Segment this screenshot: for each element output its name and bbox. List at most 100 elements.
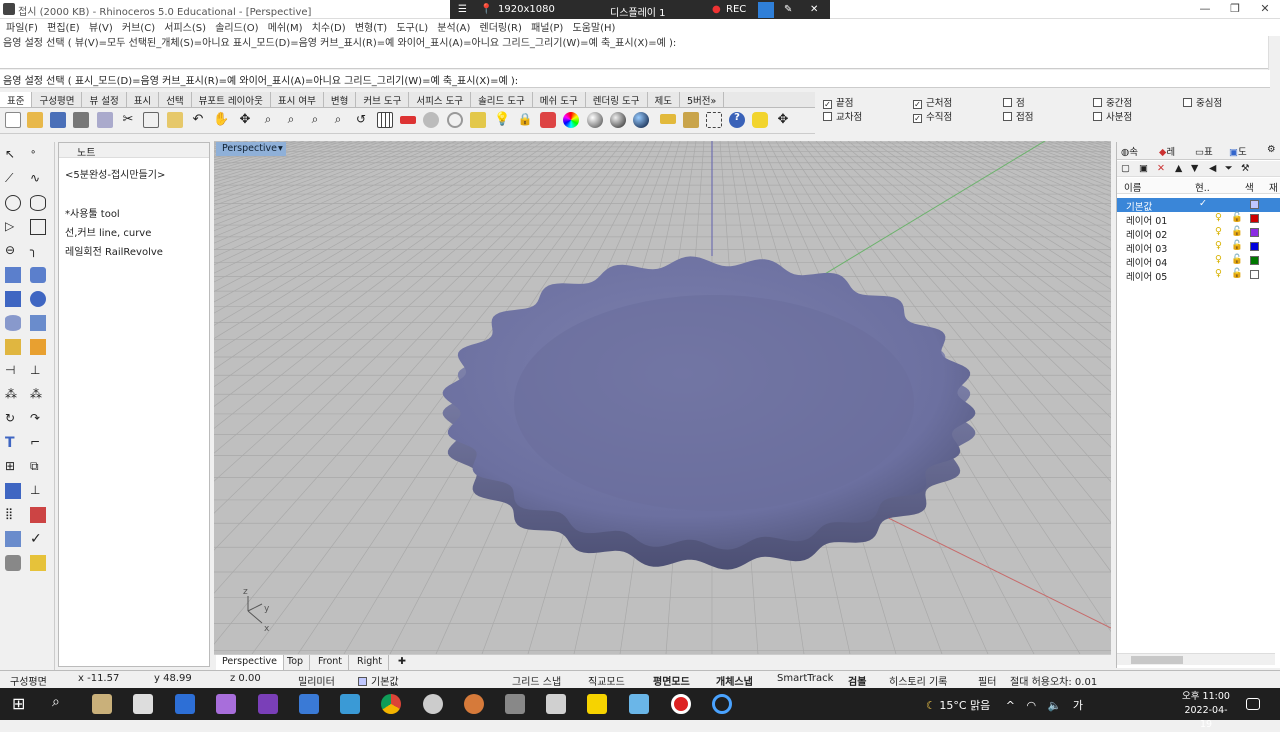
windows-start-icon[interactable]: ⊞	[12, 694, 32, 714]
weather-text[interactable]: 15°C 맑음	[939, 699, 990, 712]
properties-tab[interactable]: ◍속	[1121, 144, 1138, 158]
minimize-button[interactable]: —	[1190, 2, 1220, 17]
viewport-tab-front[interactable]: Front	[312, 655, 350, 670]
tab-mesh-tools[interactable]: 메쉬 도구	[533, 92, 586, 107]
zoom-icon[interactable]: ⌕	[260, 112, 276, 128]
shaded-sphere-icon[interactable]	[587, 112, 603, 128]
menu-analyze[interactable]: 분석(A)	[437, 23, 470, 34]
tray-chevron-icon[interactable]: ^	[1006, 699, 1015, 712]
explode-icon[interactable]	[30, 339, 46, 355]
tab-transform[interactable]: 변형	[324, 92, 357, 107]
new-layer-icon[interactable]: ▢	[1121, 163, 1130, 174]
layer-row[interactable]: 레이어 04 ♀ 🔓	[1117, 254, 1280, 269]
osnap-point[interactable]: 점	[1003, 95, 1025, 109]
undo-view-icon[interactable]: ↺	[353, 112, 369, 128]
osnap-quadrant[interactable]: 사분점	[1093, 109, 1132, 123]
tab-cplanes[interactable]: 구성평면	[32, 92, 83, 107]
tab-new-in-v5[interactable]: 5버전»	[680, 92, 725, 107]
notifications-icon[interactable]	[1246, 698, 1260, 710]
add-viewport-icon[interactable]: ✚	[392, 655, 412, 670]
move-arrows-icon[interactable]: ✥	[775, 112, 791, 128]
options-gears-icon[interactable]	[683, 112, 699, 128]
pin-icon[interactable]: 📍	[480, 4, 492, 15]
rectangle-icon[interactable]	[30, 219, 46, 235]
gumball-toggle[interactable]: 검볼	[848, 673, 866, 688]
open-file-icon[interactable]	[27, 112, 43, 128]
group-icon[interactable]: ⁂	[30, 387, 46, 403]
curve-icon[interactable]: ∿	[30, 171, 46, 187]
menu-edit[interactable]: 편집(E)	[47, 23, 80, 34]
column-current[interactable]: 현..	[1195, 180, 1210, 194]
transform-icon[interactable]	[5, 531, 21, 547]
circle-tool-icon[interactable]	[447, 112, 463, 128]
layer-color-swatch[interactable]	[1250, 256, 1259, 265]
tab-surface-tools[interactable]: 서피스 도구	[409, 92, 472, 107]
menu-icon[interactable]: ☰	[458, 4, 467, 15]
checkbox-empty-icon[interactable]	[1093, 112, 1102, 121]
paint-icon[interactable]	[30, 555, 46, 571]
kakaotalk-icon[interactable]	[587, 694, 607, 714]
tab-drafting[interactable]: 제도	[648, 92, 680, 107]
layer-color-swatch[interactable]	[1250, 200, 1259, 209]
tab-visibility[interactable]: 표시 여부	[271, 92, 324, 107]
zoom-extents-icon[interactable]: ⌕	[307, 112, 323, 128]
text-icon[interactable]: T	[5, 435, 21, 451]
paste-icon[interactable]	[167, 112, 183, 128]
app-icon[interactable]	[216, 694, 236, 714]
layer-icon[interactable]	[540, 112, 556, 128]
osnap-perpendicular[interactable]: ✓ 수직점	[913, 109, 952, 123]
layers-tab[interactable]: ◆레	[1159, 144, 1175, 158]
ellipse-icon[interactable]	[30, 195, 46, 211]
move-left-icon[interactable]: ◀	[1209, 163, 1216, 174]
move-down-icon[interactable]: ▼	[1191, 163, 1198, 174]
point-icon[interactable]: ∘	[30, 147, 46, 163]
rotate-icon[interactable]: ↻	[5, 411, 21, 427]
osnap-mid[interactable]: 중간점	[1093, 95, 1132, 109]
calculator-icon[interactable]	[299, 694, 319, 714]
rhino-taskbar-icon[interactable]	[546, 694, 566, 714]
layer-row[interactable]: 기본값 ✓	[1117, 198, 1280, 213]
ruler-icon[interactable]: ⊥	[30, 483, 46, 499]
split-icon[interactable]: ⊥	[30, 363, 46, 379]
wifi-icon[interactable]: ◠	[1027, 699, 1037, 712]
tab-display[interactable]: 표시	[127, 92, 160, 107]
maximize-button[interactable]: ❐	[1220, 2, 1250, 17]
layer-row[interactable]: 레이어 02 ♀ 🔓	[1117, 226, 1280, 241]
grid-dots-icon[interactable]: ⣿	[5, 507, 21, 523]
app-icon[interactable]	[712, 694, 732, 714]
close-button[interactable]: ✕	[1250, 2, 1280, 17]
snap-icon[interactable]	[706, 112, 722, 128]
checkbox-empty-icon[interactable]	[823, 112, 832, 121]
app-icon[interactable]	[133, 694, 153, 714]
help-icon[interactable]: ?	[729, 112, 745, 128]
viewport-tab-top[interactable]: Top	[281, 655, 311, 670]
app-icon[interactable]	[340, 694, 360, 714]
cplane-icon[interactable]	[423, 112, 439, 128]
taskbar-clock[interactable]: 오후 11:00 2022-04-19	[1180, 690, 1232, 732]
osnap-center[interactable]: 중심점	[1183, 95, 1222, 109]
menu-panels[interactable]: 패널(P)	[531, 23, 563, 34]
volume-icon[interactable]: 🔈	[1048, 699, 1062, 712]
rotate-view-icon[interactable]: ✥	[237, 112, 253, 128]
move-up-icon[interactable]: ▲	[1175, 163, 1182, 174]
viewport-menu-arrow-icon[interactable]: ▾	[278, 143, 283, 154]
status-unit[interactable]: 밀리미터	[298, 673, 335, 688]
viewport-title-tab[interactable]: Perspective ▾	[216, 142, 286, 156]
delete-layer-icon[interactable]: ✕	[1157, 163, 1165, 174]
osnap-intersection[interactable]: 교차점	[823, 109, 862, 123]
checkbox-empty-icon[interactable]	[1003, 112, 1012, 121]
menu-transform[interactable]: 변형(T)	[355, 23, 387, 34]
history-toggle[interactable]: 히스토리 기록	[889, 673, 947, 688]
select-points-icon[interactable]	[470, 112, 486, 128]
menu-curve[interactable]: 커브(C)	[122, 23, 155, 34]
extrude-surface-icon[interactable]	[30, 267, 46, 283]
boolean-icon[interactable]	[30, 291, 46, 307]
current-layer-check-icon[interactable]: ✓	[1199, 198, 1207, 209]
tab-select[interactable]: 선택	[159, 92, 192, 107]
status-cplane[interactable]: 구성평면	[10, 673, 47, 688]
recorder-display[interactable]: 디스플레이 1	[610, 4, 666, 19]
cylinder-icon[interactable]	[5, 315, 21, 331]
panel-options-icon[interactable]: ⚙	[1267, 144, 1276, 155]
circle-icon[interactable]	[5, 195, 21, 211]
pen-icon[interactable]: ✎	[784, 4, 792, 15]
